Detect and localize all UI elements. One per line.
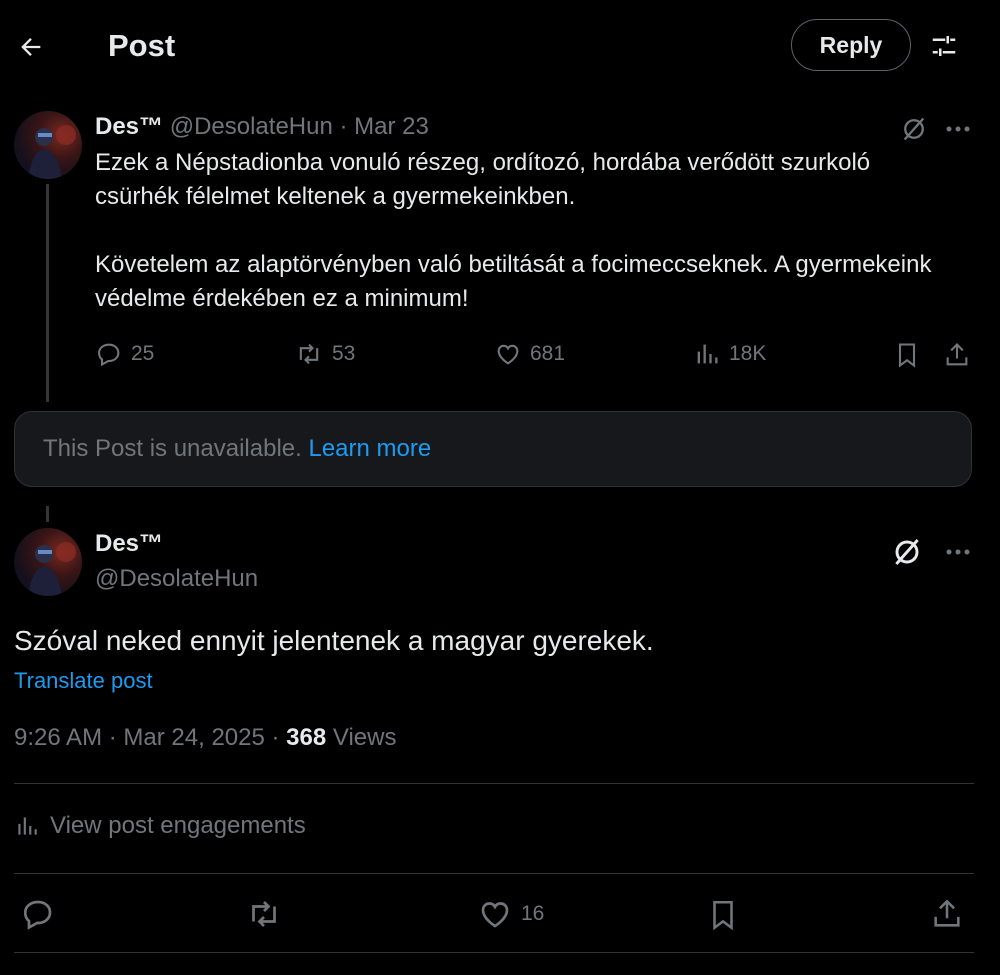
display-name[interactable]: Des™ [95,113,163,140]
bookmark-icon [898,343,916,368]
avatar-image [28,125,76,179]
bookmark-action[interactable] [706,896,740,934]
thread-line [46,506,49,522]
handle[interactable]: @DesolateHun [95,563,258,595]
grok-button[interactable] [897,112,931,146]
separator-dot: · [271,724,280,751]
post-time[interactable]: 9:26 AM [14,724,102,751]
page-title: Post [108,28,176,63]
share-icon [934,899,960,927]
like-action[interactable]: 16 [477,896,544,932]
engagements-label: View post engagements [50,812,306,839]
grok-icon [895,539,919,565]
views-count: 18K [729,342,767,365]
settings-sliders-icon [932,36,956,56]
post-timestamp: 9:26 AM · Mar 24, 2025 · 368 Views [14,722,396,754]
translate-post-link[interactable]: Translate post [14,666,153,696]
divider [14,952,974,953]
view-engagements-button[interactable]: View post engagements [14,812,306,840]
grok-icon [903,117,925,141]
post-paragraph: Követelem az alaptörvényben való betiltá… [95,251,932,312]
bookmark-action[interactable] [893,340,921,370]
repost-action[interactable]: 53 [294,340,355,368]
divider [14,873,974,874]
unavailable-text: This Post is unavailable. [43,435,302,462]
back-arrow-icon [21,38,41,56]
bookmark-icon [713,900,733,931]
display-name[interactable]: Des™ [95,528,163,560]
views-count: 368 [286,724,327,751]
repost-action[interactable] [245,896,283,932]
more-button[interactable] [940,112,976,146]
like-icon [497,344,519,365]
reply-count: 25 [131,342,155,365]
avatar-image [28,542,76,596]
reply-icon [98,343,120,367]
more-button[interactable] [940,535,976,569]
repost-count: 53 [332,342,356,365]
reply-button[interactable]: Reply [791,19,911,71]
like-count: 16 [521,902,545,925]
learn-more-link[interactable]: Learn more [308,435,431,463]
reply-action[interactable] [20,896,56,932]
separator-dot: · [339,113,348,140]
post-text: Szóval neked ennyit jelentenek a magyar … [14,625,654,656]
post-paragraph: Ezek a Népstadionba vonuló részeg, ordít… [95,149,871,210]
post-text: Ezek a Népstadionba vonuló részeg, ordít… [95,146,955,316]
repost-icon [299,343,319,365]
more-icon [946,126,970,132]
views-action[interactable]: 18K [693,340,766,368]
post-meta: Des™ @DesolateHun · Mar 23 [95,111,429,143]
thread-line [46,184,49,402]
reply-action[interactable]: 25 [95,340,154,368]
post-date[interactable]: Mar 24, 2025 [123,724,264,751]
like-action[interactable]: 681 [494,340,565,368]
more-icon [946,549,970,555]
grok-button[interactable] [888,533,926,571]
settings-button[interactable] [924,26,964,66]
views-label: Views [332,724,397,751]
handle[interactable]: @DesolateHun [170,113,333,140]
unavailable-post-card: This Post is unavailable. Learn more [14,411,972,487]
like-count: 681 [530,342,566,365]
avatar[interactable] [14,111,82,179]
post-date[interactable]: Mar 23 [354,113,429,140]
avatar[interactable] [14,528,82,596]
separator-dot: · [108,724,117,751]
divider [14,783,974,784]
share-action[interactable] [943,340,971,370]
repost-icon [252,901,276,927]
reply-icon [23,900,52,930]
share-icon [946,343,968,366]
back-button[interactable] [10,26,52,68]
views-icon [18,817,37,835]
share-action[interactable] [930,896,964,932]
like-icon [481,902,509,928]
views-icon [697,344,718,364]
